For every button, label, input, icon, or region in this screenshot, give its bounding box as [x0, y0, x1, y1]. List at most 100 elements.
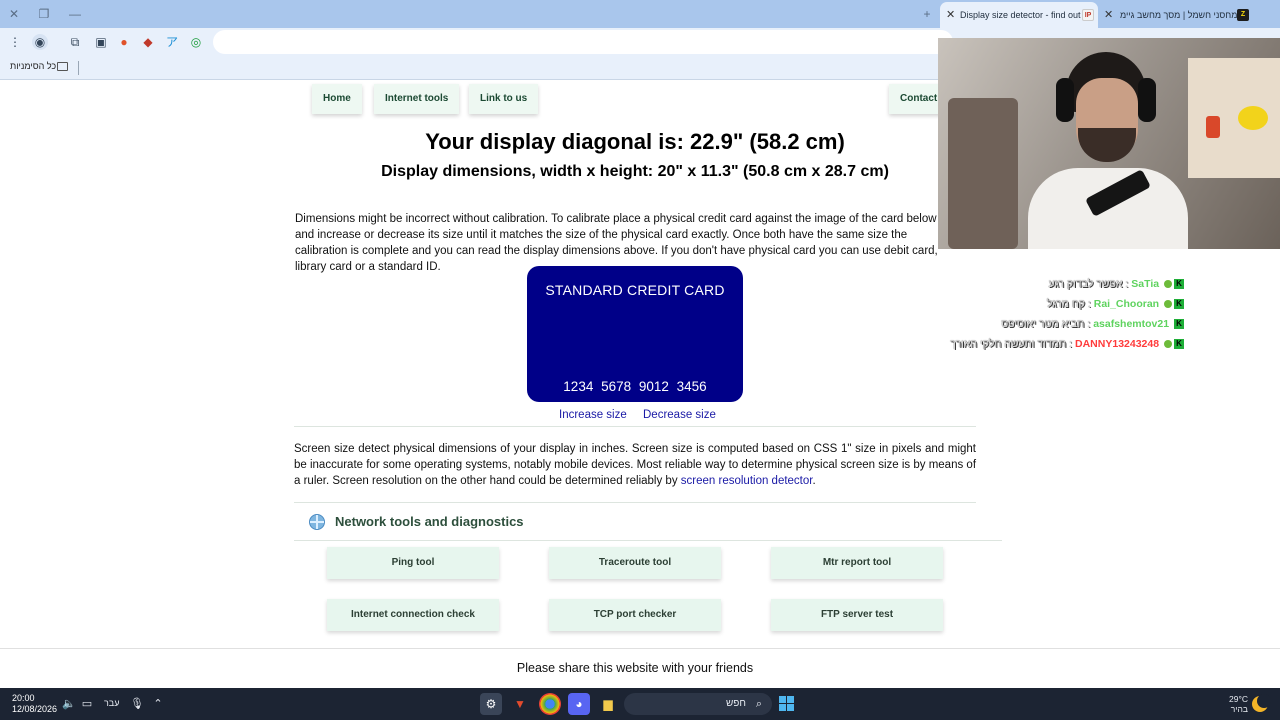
settings-app-icon[interactable]: ⚙ — [480, 693, 502, 715]
chat-text: תביא מטר יאוסיפס — [1001, 318, 1085, 330]
extensions-icon[interactable]: ⧉ — [67, 34, 83, 50]
chat-pin-icon — [1164, 340, 1172, 349]
webcam-duck — [1238, 106, 1268, 130]
extension-orange-icon[interactable]: ● — [116, 34, 132, 50]
store-favicon-icon: Z — [1237, 9, 1249, 21]
screen-info-end: . — [812, 475, 816, 487]
credit-card-image: STANDARD CREDIT CARD 1234 5678 9012 3456 — [527, 266, 743, 402]
bookmark-folder-icon[interactable] — [57, 62, 68, 71]
mtr-report-tool-button[interactable]: Mtr report tool — [771, 547, 943, 579]
chat-badge-icon: K — [1174, 299, 1184, 310]
chat-badge-icon: K — [1174, 319, 1184, 330]
chrome-app-icon[interactable] — [539, 693, 561, 715]
webcam-beard — [1078, 128, 1136, 162]
divider — [294, 540, 1002, 541]
profile-avatar-icon[interactable]: ◉ — [32, 34, 48, 50]
clock-date: 12/08/2026 — [12, 704, 58, 714]
discord-app-icon[interactable]: ◕ — [568, 693, 590, 715]
card-title: STANDARD CREDIT CARD — [545, 282, 725, 298]
windows-start-icon[interactable] — [779, 696, 795, 712]
address-bar[interactable] — [213, 30, 953, 54]
headphone-right — [1138, 78, 1156, 122]
chat-message: K SaTia : אפשר לבדוק רגע — [1049, 278, 1184, 292]
restore-window-icon[interactable]: ❐ — [35, 5, 53, 23]
volume-icon[interactable]: 🔈 — [62, 697, 76, 711]
clock-time: 20:00 — [12, 693, 35, 703]
screen-size-info: Screen size detect physical dimensions o… — [294, 441, 976, 489]
bookmarks-separator — [78, 61, 79, 75]
weather-temperature: 29°C — [1229, 694, 1248, 704]
headphone-left — [1056, 78, 1074, 122]
screen-resolution-detector-link[interactable]: screen resolution detector — [681, 475, 813, 487]
internet-connection-check-button[interactable]: Internet connection check — [327, 599, 499, 631]
minimize-window-icon[interactable]: — — [66, 5, 84, 23]
chat-username: asafshemtov21 — [1093, 318, 1170, 330]
new-tab-icon[interactable]: + — [918, 5, 936, 23]
taskbar-search-label: חפש — [726, 698, 746, 709]
chat-message: K Rai_Chooran : קח מרגל — [1047, 298, 1184, 312]
extension-red-icon[interactable]: ◆ — [140, 34, 156, 50]
webcam-toy — [1206, 116, 1220, 138]
extension-translate-icon[interactable]: ア — [164, 34, 180, 50]
network-icon[interactable]: ▭ — [80, 697, 94, 711]
tab-close-icon[interactable]: ✕ — [946, 2, 955, 28]
card-number: 1234 5678 9012 3456 — [563, 379, 707, 394]
increase-size-link[interactable]: Increase size — [559, 409, 627, 421]
tab-title: Display size detector - find out — [960, 10, 1081, 20]
weather-widget[interactable]: 29°C בהיר — [1229, 694, 1248, 714]
chat-badge-icon: K — [1174, 339, 1184, 350]
window-share-icon[interactable]: ▣ — [93, 34, 109, 50]
ftp-server-test-button[interactable]: FTP server test — [771, 599, 943, 631]
screen-info-text: Screen size detect physical dimensions o… — [294, 443, 977, 487]
ip-favicon-icon: IP — [1082, 9, 1094, 21]
share-banner: Please share this website with your frie… — [0, 648, 1280, 688]
all-bookmarks-label[interactable]: כל הסימניות — [10, 61, 56, 71]
chat-username: Rai_Chooran — [1093, 298, 1160, 310]
input-language-indicator[interactable]: עבר — [104, 698, 119, 708]
taskbar-search-box[interactable] — [624, 693, 772, 715]
webcam-overlay — [938, 38, 1280, 249]
taskbar-clock[interactable]: 20:00 12/08/2026 — [12, 693, 57, 715]
chat-text: תמדוד ותעשה חלקי האורך — [950, 338, 1067, 350]
tab-display-size-detector[interactable]: ✕ Display size detector - find out IP — [940, 2, 1098, 28]
chat-message: K asafshemtov21 : תביא מטר יאוסיפס — [1001, 318, 1184, 332]
file-explorer-icon[interactable]: ▆ — [597, 693, 619, 715]
tab-electric-store[interactable]: ✕ מחסני חשמל | מסך מחשב גיימ Z — [1100, 2, 1252, 28]
tab-title: מחסני חשמל | מסך מחשב גיימ — [1120, 10, 1238, 20]
display-dimensions-heading: Display dimensions, width x height: 20" … — [381, 163, 889, 180]
weather-condition: בהיר — [1230, 704, 1248, 714]
chat-pin-icon — [1164, 280, 1172, 289]
chat-text: אפשר לבדוק רגע — [1048, 278, 1123, 290]
ping-tool-button[interactable]: Ping tool — [327, 547, 499, 579]
chat-username: DANNY13243248 — [1075, 338, 1160, 350]
display-diagonal-heading: Your display diagonal is: 22.9" (58.2 cm… — [425, 129, 845, 154]
chat-message: K DANNY13243248 : תמדוד ותעשה חלקי האורך — [950, 338, 1184, 352]
tab-strip: ✕ ❐ — + ✕ Display size detector - find o… — [0, 0, 1280, 28]
moon-weather-icon — [1252, 694, 1271, 712]
chat-badge-icon: K — [1174, 279, 1184, 290]
stream-chat-overlay: K SaTia : אפשר לבדוק רגע K Rai_Chooran :… — [938, 243, 1280, 353]
extension-green-icon[interactable]: ◎ — [188, 34, 204, 50]
chat-pin-icon — [1164, 300, 1172, 309]
chevron-up-icon[interactable]: ⌃ — [151, 697, 165, 711]
tab-close-icon[interactable]: ✕ — [1104, 2, 1113, 28]
nav-home[interactable]: Home — [312, 84, 362, 114]
webcam-chair — [948, 98, 1018, 249]
os-taskbar: 20:00 12/08/2026 🔈 ▭ עבר 🎙 ⌃ ⚙ ▼ ◕ ▆ חפש… — [0, 688, 1280, 720]
close-window-icon[interactable]: ✕ — [5, 5, 23, 23]
microphone-icon[interactable]: 🎙 — [130, 697, 144, 711]
streaming-app-icon[interactable]: ▼ — [509, 693, 531, 715]
divider — [294, 426, 976, 427]
divider — [294, 502, 976, 503]
nav-link-to-us[interactable]: Link to us — [469, 84, 539, 114]
chat-text: קח מרגל — [1046, 298, 1085, 310]
traceroute-tool-button[interactable]: Traceroute tool — [549, 547, 721, 579]
network-tools-title: Network tools and diagnostics — [335, 514, 524, 529]
globe-icon — [309, 514, 325, 530]
search-icon: ⌕ — [755, 698, 763, 710]
nav-internet-tools[interactable]: Internet tools — [374, 84, 460, 114]
chat-username: SaTia — [1131, 278, 1160, 290]
menu-kebab-icon[interactable]: ⋮ — [7, 34, 23, 50]
decrease-size-link[interactable]: Decrease size — [643, 409, 716, 421]
tcp-port-checker-button[interactable]: TCP port checker — [549, 599, 721, 631]
